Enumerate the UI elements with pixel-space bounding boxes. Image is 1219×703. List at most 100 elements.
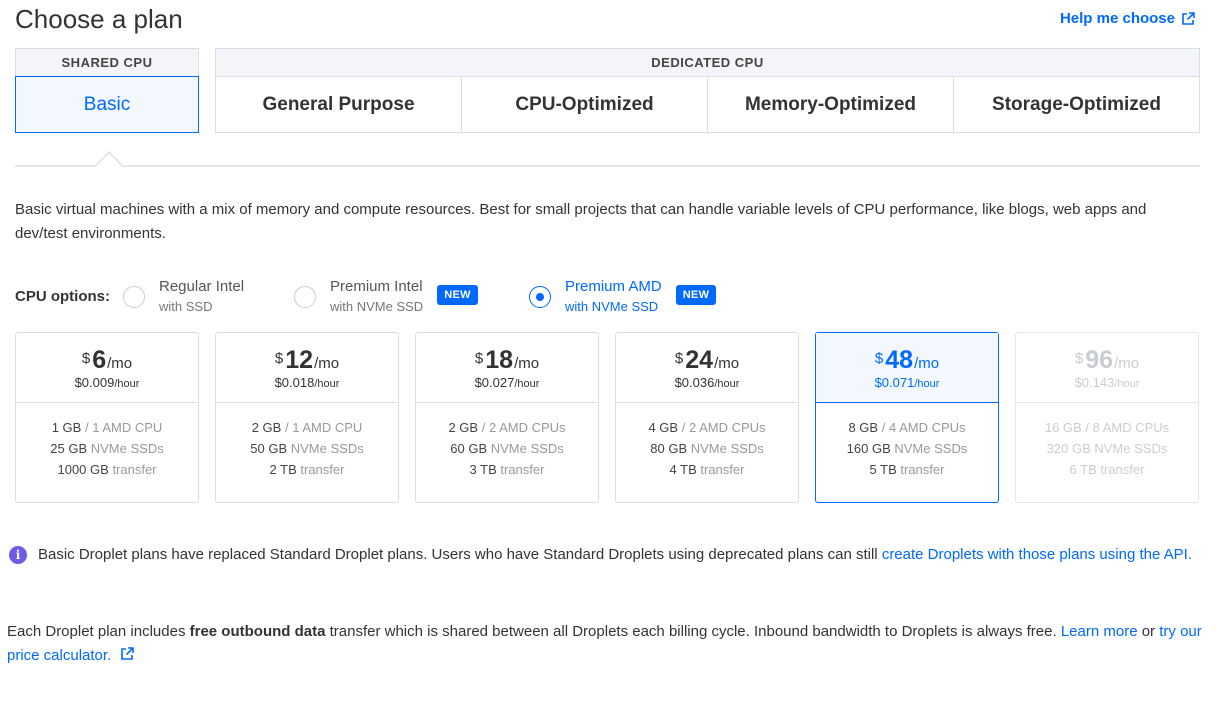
- hourly-price: $0.009: [74, 375, 115, 390]
- notice-body: Basic Droplet plans have replaced Standa…: [38, 546, 882, 563]
- plan-card-18[interactable]: $18/mo $0.027/hour 2 GB / 2 AMD CPUs 60 …: [415, 332, 599, 503]
- cpu-option-subtitle: with SSD: [159, 299, 213, 314]
- plan-card-6[interactable]: $6/mo $0.009/hour 1 GB / 1 AMD CPU 25 GB…: [15, 332, 199, 503]
- monthly-price: 18: [485, 346, 514, 374]
- tab-cpu-optimized[interactable]: CPU-Optimized: [462, 76, 708, 133]
- hourly-unit: /hour: [1114, 378, 1140, 390]
- dedicated-cpu-group: DEDICATED CPU General Purpose CPU-Optimi…: [215, 48, 1200, 133]
- help-me-choose-label: Help me choose: [1059, 10, 1175, 27]
- monthly-price: 48: [885, 346, 914, 374]
- cpu-count: / 4 AMD CPUs: [881, 420, 966, 435]
- cpu-option-title: Regular Intel: [159, 278, 245, 295]
- create-droplets-api-link[interactable]: create Droplets with those plans using t…: [882, 546, 1192, 563]
- cpu-count: / 1 AMD CPU: [84, 420, 163, 435]
- info-icon: i: [9, 546, 27, 564]
- monthly-price: 6: [92, 346, 107, 374]
- transfer-amount: 2 TB: [269, 462, 297, 477]
- transfer-amount: 3 TB: [469, 462, 497, 477]
- hourly-unit: /hour: [114, 378, 140, 390]
- memory: 2 GB: [448, 420, 479, 435]
- tab-general-purpose[interactable]: General Purpose: [215, 76, 462, 133]
- transfer-label: transfer: [500, 462, 545, 477]
- tab-storage-optimized[interactable]: Storage-Optimized: [954, 76, 1200, 133]
- memory: 4 GB: [648, 420, 679, 435]
- hourly-unit: /hour: [314, 378, 340, 390]
- shared-cpu-header: SHARED CPU: [15, 48, 199, 76]
- shared-cpu-group: SHARED CPU Basic: [15, 48, 199, 133]
- notice-text: Basic Droplet plans have replaced Standa…: [38, 543, 1192, 566]
- per-month: /mo: [914, 355, 940, 372]
- disk-size: 80 GB: [650, 441, 688, 456]
- hourly-unit: /hour: [714, 378, 740, 390]
- plan-cards: $6/mo $0.009/hour 1 GB / 1 AMD CPU 25 GB…: [15, 332, 1199, 503]
- transfer-label: transfer: [1100, 462, 1145, 477]
- cpu-count: / 8 AMD CPUs: [1085, 420, 1170, 435]
- hourly-price: $0.018: [274, 375, 315, 390]
- monthly-price: 96: [1085, 346, 1114, 374]
- plan-card-96-disabled: $96/mo $0.143/hour 16 GB / 8 AMD CPUs 32…: [1015, 332, 1199, 503]
- tab-basic[interactable]: Basic: [15, 76, 199, 133]
- footer-part1: Each Droplet plan includes: [7, 623, 190, 640]
- radio-button-checked[interactable]: [529, 286, 551, 308]
- per-month: /mo: [1114, 355, 1140, 372]
- disk-size: 320 GB: [1046, 441, 1091, 456]
- footer-part3: or: [1137, 623, 1160, 640]
- monthly-price: 12: [285, 346, 314, 374]
- cpu-option-regular-intel[interactable]: Regular Intel with SSD: [123, 278, 244, 318]
- plan-description: Basic virtual machines with a mix of mem…: [15, 201, 1147, 242]
- disk-label: NVMe SSDs: [894, 441, 968, 456]
- cpu-option-subtitle: with NVMe SSD: [330, 299, 424, 314]
- learn-more-link[interactable]: Learn more: [1061, 623, 1138, 640]
- radio-button[interactable]: [294, 286, 316, 308]
- per-month: /mo: [514, 355, 540, 372]
- info-notice: i Basic Droplet plans have replaced Stan…: [9, 543, 1204, 566]
- memory: 16 GB: [1044, 420, 1082, 435]
- transfer-amount: 4 TB: [669, 462, 697, 477]
- new-badge: NEW: [675, 285, 717, 305]
- cpu-option-title: Premium Intel: [330, 278, 423, 295]
- radio-button[interactable]: [123, 286, 145, 308]
- plan-card-24[interactable]: $24/mo $0.036/hour 4 GB / 2 AMD CPUs 80 …: [615, 332, 799, 503]
- disk-label: NVMe SSDs: [490, 441, 564, 456]
- currency-symbol: $: [674, 350, 684, 367]
- currency-symbol: $: [1074, 350, 1084, 367]
- disk-size: 50 GB: [250, 441, 288, 456]
- disk-label: NVMe SSDs: [1094, 441, 1168, 456]
- cpu-option-title: Premium AMD: [565, 278, 662, 295]
- memory: 8 GB: [848, 420, 879, 435]
- disk-label: NVMe SSDs: [90, 441, 164, 456]
- currency-symbol: $: [81, 350, 91, 367]
- per-month: /mo: [714, 355, 740, 372]
- hourly-price: $0.071: [874, 375, 915, 390]
- memory: 1 GB: [51, 420, 82, 435]
- hourly-unit: /hour: [914, 378, 940, 390]
- active-tab-pointer: [94, 150, 124, 180]
- per-month: /mo: [314, 355, 340, 372]
- footer-bold: free outbound data: [189, 623, 326, 640]
- footer-part2: transfer which is shared between all Dro…: [325, 623, 1061, 640]
- footer-text: Each Droplet plan includes free outbound…: [7, 620, 1207, 668]
- disk-label: NVMe SSDs: [290, 441, 364, 456]
- transfer-amount: 6 TB: [1069, 462, 1097, 477]
- plan-card-12[interactable]: $12/mo $0.018/hour 2 GB / 1 AMD CPU 50 G…: [215, 332, 399, 503]
- currency-symbol: $: [874, 350, 884, 367]
- cpu-count: / 2 AMD CPUs: [481, 420, 566, 435]
- plan-card-48-selected[interactable]: $48/mo $0.071/hour 8 GB / 4 AMD CPUs 160…: [815, 332, 999, 503]
- tab-memory-optimized[interactable]: Memory-Optimized: [708, 76, 954, 133]
- hourly-price: $0.036: [674, 375, 715, 390]
- transfer-label: transfer: [900, 462, 945, 477]
- disk-size: 25 GB: [50, 441, 88, 456]
- cpu-count: / 2 AMD CPUs: [681, 420, 766, 435]
- transfer-amount: 5 TB: [869, 462, 897, 477]
- monthly-price: 24: [685, 346, 714, 374]
- hourly-unit: /hour: [514, 378, 540, 390]
- help-me-choose-link[interactable]: Help me choose: [1060, 10, 1195, 27]
- cpu-option-premium-amd[interactable]: Premium AMD with NVMe SSD NEW: [529, 278, 717, 318]
- tab-divider: [15, 165, 1200, 167]
- dedicated-cpu-header: DEDICATED CPU: [215, 48, 1200, 76]
- memory: 2 GB: [251, 420, 282, 435]
- cpu-options-label: CPU options:: [15, 288, 110, 305]
- cpu-option-premium-intel[interactable]: Premium Intel with NVMe SSD NEW: [294, 278, 478, 318]
- cpu-count: / 1 AMD CPU: [284, 420, 363, 435]
- external-link-icon[interactable]: [120, 647, 134, 661]
